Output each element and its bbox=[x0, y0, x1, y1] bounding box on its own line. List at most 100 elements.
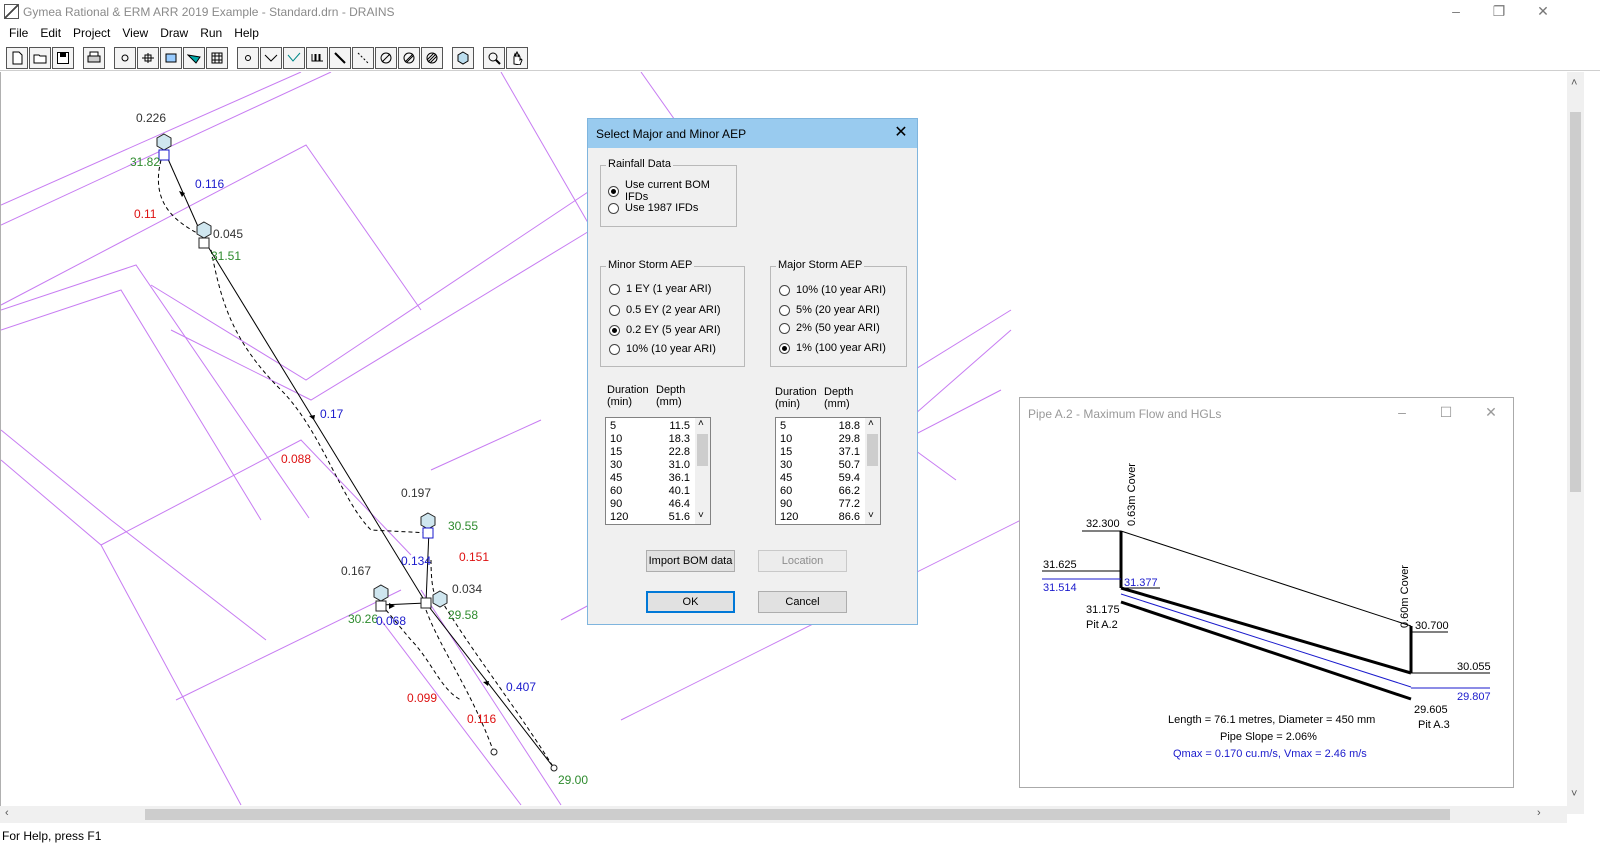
rainfall-data-title: Rainfall Data bbox=[606, 158, 673, 170]
scroll-left-arrow-icon[interactable]: ‹ bbox=[5, 807, 9, 819]
radio-circle-icon[interactable] bbox=[779, 304, 790, 316]
open-folder-icon[interactable] bbox=[29, 46, 51, 69]
hexagon-node-icon[interactable] bbox=[452, 46, 474, 69]
list-item[interactable]: 45 59.4 bbox=[780, 472, 860, 485]
ok-button[interactable]: OK bbox=[646, 591, 735, 613]
listbox-scrollbar[interactable]: ˄ ˅ bbox=[695, 418, 710, 524]
listbox-scroll-thumb[interactable] bbox=[867, 434, 878, 466]
list-item[interactable]: 10 29.8 bbox=[780, 433, 860, 446]
radio-current-bom[interactable]: Use current BOM IFDs bbox=[608, 179, 736, 203]
radio-circle-icon[interactable] bbox=[609, 304, 620, 316]
radio-circle-icon[interactable] bbox=[779, 284, 790, 296]
list-item[interactable]: 30 50.7 bbox=[780, 459, 860, 472]
major-ifd-listbox[interactable]: 5 18.8 10 29.8 15 37.1 30 50.7 45 59.4 60 66.2… bbox=[775, 417, 881, 525]
list-item[interactable]: 90 77.2 bbox=[780, 498, 860, 511]
catchment-flow-label: 0.197 bbox=[401, 486, 431, 500]
list-item[interactable]: 30 31.0 bbox=[610, 459, 690, 472]
chevron-down-icon[interactable]: ˅ bbox=[868, 510, 874, 521]
radio-circle-icon[interactable] bbox=[608, 185, 619, 197]
radio-circle-icon[interactable] bbox=[608, 202, 619, 214]
import-bom-data-button[interactable]: Import BOM data bbox=[646, 550, 735, 572]
node-tool-icon[interactable] bbox=[237, 46, 259, 69]
scroll-up-arrow-icon[interactable]: ˄ bbox=[1571, 77, 1577, 89]
grid-tool-icon[interactable] bbox=[206, 46, 228, 69]
list-item[interactable]: 5 18.8 bbox=[780, 420, 860, 433]
list-item[interactable]: 60 66.2 bbox=[780, 485, 860, 498]
list-item[interactable]: 90 46.4 bbox=[610, 498, 690, 511]
major-storm-title: Major Storm AEP bbox=[776, 259, 865, 271]
menu-project[interactable]: Project bbox=[67, 24, 116, 44]
radio-circle-icon[interactable] bbox=[609, 283, 620, 295]
culvert-tool-icon[interactable] bbox=[306, 46, 328, 69]
scroll-down-arrow-icon[interactable]: ˅ bbox=[1571, 788, 1577, 800]
catchment-flow-label: 0.167 bbox=[341, 564, 371, 578]
overflow-tool-icon[interactable] bbox=[283, 46, 305, 69]
menu-file[interactable]: File bbox=[3, 24, 34, 44]
list-item[interactable]: 60 40.1 bbox=[610, 485, 690, 498]
close-button[interactable]: ✕ bbox=[1520, 0, 1566, 24]
menu-edit[interactable]: Edit bbox=[34, 24, 67, 44]
menu-draw[interactable]: Draw bbox=[154, 24, 194, 44]
list-item[interactable]: 15 22.8 bbox=[610, 446, 690, 459]
horizontal-scroll-thumb[interactable] bbox=[145, 809, 1450, 820]
dialog-close-icon[interactable]: ✕ bbox=[891, 123, 911, 143]
chevron-up-icon[interactable]: ˄ bbox=[868, 418, 874, 429]
valley-tool-icon[interactable] bbox=[260, 46, 282, 69]
radio-circle-icon[interactable] bbox=[609, 343, 620, 355]
radio-major-5pct[interactable]: 5% (20 year ARI) bbox=[779, 304, 880, 316]
menu-help[interactable]: Help bbox=[228, 24, 265, 44]
radio-circle-icon[interactable] bbox=[609, 324, 620, 336]
new-file-icon[interactable] bbox=[6, 46, 28, 69]
chevron-up-icon[interactable]: ˄ bbox=[698, 418, 704, 429]
list-item[interactable]: 5 11.5 bbox=[610, 420, 690, 433]
overflow-route-icon[interactable] bbox=[352, 46, 374, 69]
chevron-down-icon[interactable]: ˅ bbox=[698, 510, 704, 521]
vertical-scrollbar[interactable]: ˄ ˅ bbox=[1567, 72, 1584, 814]
horizontal-scrollbar[interactable]: ‹ › bbox=[0, 806, 1567, 823]
listbox-scrollbar[interactable]: ˄ ˅ bbox=[865, 418, 880, 524]
list-item[interactable]: 10 18.3 bbox=[610, 433, 690, 446]
pan-hand-icon[interactable] bbox=[506, 46, 528, 69]
scroll-right-arrow-icon[interactable]: › bbox=[1537, 807, 1541, 819]
radio-circle-icon[interactable] bbox=[779, 322, 790, 334]
pipe-tool-icon[interactable] bbox=[329, 46, 351, 69]
channel-tool-icon[interactable] bbox=[183, 46, 205, 69]
restore-button[interactable]: ❐ bbox=[1476, 0, 1522, 24]
list-item[interactable]: 120 51.6 bbox=[610, 511, 690, 524]
select-node-icon[interactable] bbox=[114, 46, 136, 69]
save-icon[interactable] bbox=[52, 46, 74, 69]
status-bar: For Help, press F1 bbox=[2, 829, 102, 843]
storage-tool-icon[interactable] bbox=[421, 46, 443, 69]
radio-1987-ifd[interactable]: Use 1987 IFDs bbox=[608, 202, 698, 214]
menu-run[interactable]: Run bbox=[194, 24, 228, 44]
radio-minor-10pct[interactable]: 10% (10 year ARI) bbox=[609, 343, 716, 355]
radio-major-10pct[interactable]: 10% (10 year ARI) bbox=[779, 284, 886, 296]
radio-major-1pct[interactable]: 1% (100 year ARI) bbox=[779, 342, 886, 354]
list-item[interactable]: 45 36.1 bbox=[610, 472, 690, 485]
catchment-tool-icon[interactable] bbox=[398, 46, 420, 69]
minimize-button[interactable]: – bbox=[1433, 0, 1479, 24]
cancel-button[interactable]: Cancel bbox=[758, 591, 847, 613]
menu-view[interactable]: View bbox=[116, 24, 154, 44]
app-icon[interactable] bbox=[4, 4, 19, 19]
location-button[interactable]: Location bbox=[758, 550, 847, 572]
listbox-scroll-thumb[interactable] bbox=[697, 434, 708, 466]
radio-minor-1ey[interactable]: 1 EY (1 year ARI) bbox=[609, 283, 711, 295]
toolbar bbox=[0, 45, 1600, 71]
print-icon[interactable] bbox=[83, 46, 105, 69]
zoom-icon[interactable] bbox=[483, 46, 505, 69]
pipe-flow-label: 0.068 bbox=[376, 614, 406, 628]
list-item[interactable]: 120 86.6 bbox=[780, 511, 860, 524]
minor-ifd-listbox[interactable]: 5 11.5 10 18.3 15 22.8 30 31.0 45 36.1 60 40.1… bbox=[605, 417, 711, 525]
menu-bar: File Edit Project View Draw Run Help bbox=[0, 24, 1600, 44]
subcatchment-tool-icon[interactable] bbox=[375, 46, 397, 69]
radio-minor-05ey[interactable]: 0.5 EY (2 year ARI) bbox=[609, 304, 721, 316]
vertical-scroll-thumb[interactable] bbox=[1570, 112, 1581, 492]
radio-circle-icon[interactable] bbox=[779, 342, 790, 354]
list-item[interactable]: 15 37.1 bbox=[780, 446, 860, 459]
radio-major-2pct[interactable]: 2% (50 year ARI) bbox=[779, 322, 880, 334]
pit-tool-icon[interactable] bbox=[137, 46, 159, 69]
radio-minor-02ey[interactable]: 0.2 EY (5 year ARI) bbox=[609, 324, 721, 336]
pipe-long-section: 0.63m Cover 0.60m Cover 32.300 31.625 31… bbox=[1042, 463, 1491, 760]
detention-tool-icon[interactable] bbox=[160, 46, 182, 69]
